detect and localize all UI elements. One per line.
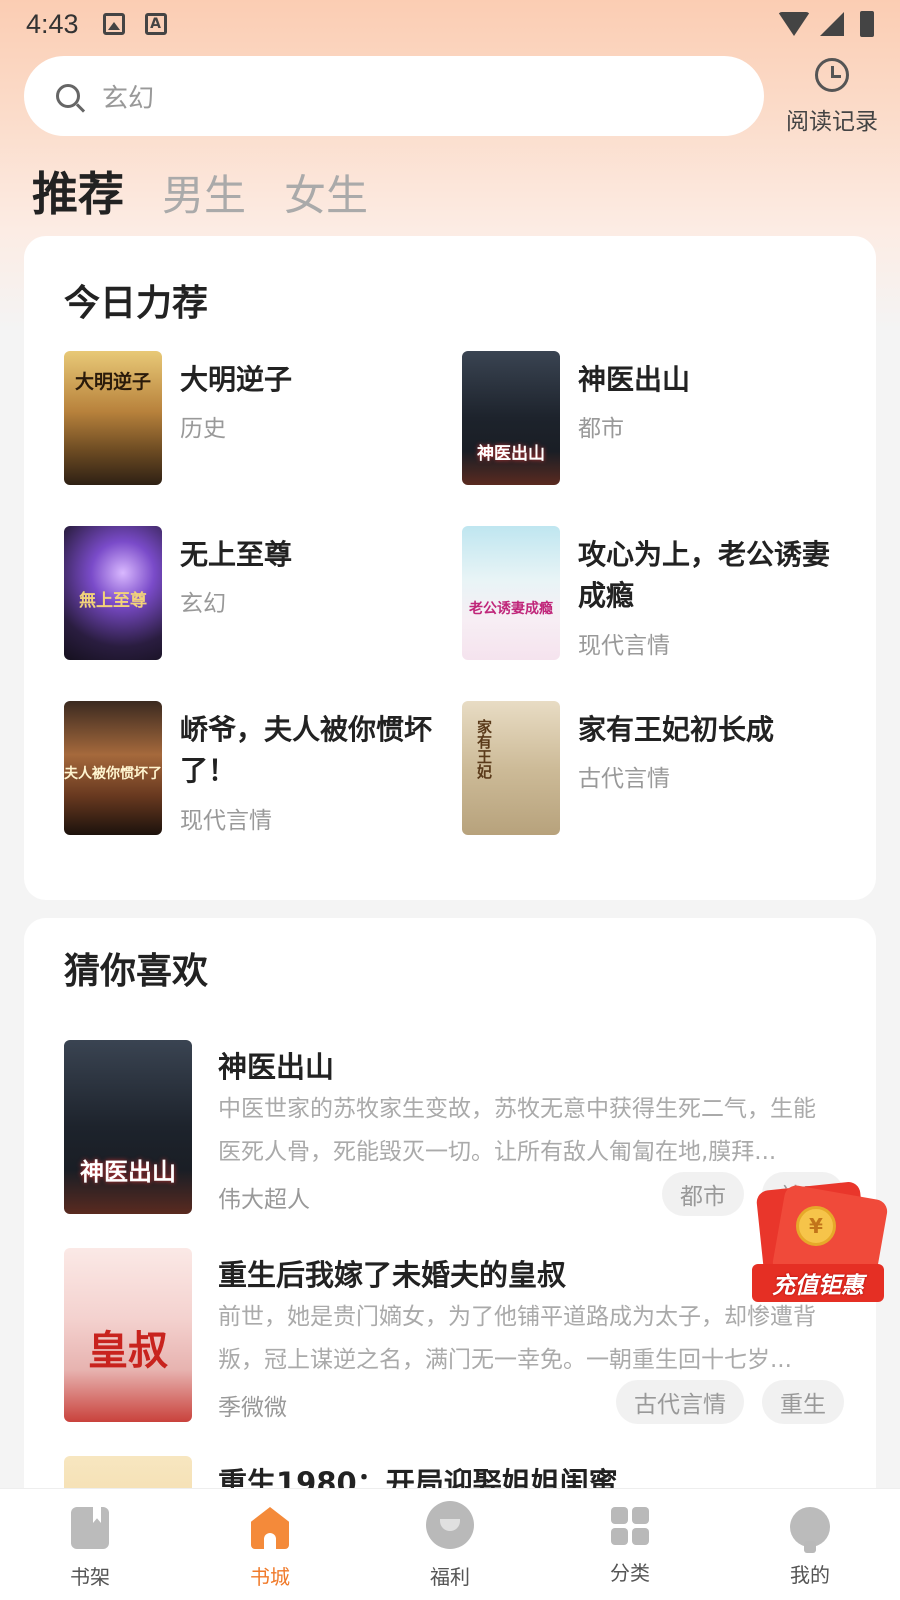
recommend-book-item[interactable]: 老公诱妻成瘾 攻心为上，老公诱妻成瘾 现代言情 [462, 526, 842, 666]
book-tag[interactable]: 古代言情 [616, 1380, 744, 1424]
book-cover: 神医出山 [64, 1040, 192, 1214]
nav-welfare[interactable]: 福利 [360, 1489, 540, 1600]
search-icon [56, 84, 80, 108]
book-cover: 皇叔 [64, 1248, 192, 1422]
book-author: 伟大超人 [218, 1187, 310, 1213]
book-title: 家有王妃初长成 [578, 713, 775, 746]
status-right-icons [778, 11, 874, 37]
recommend-book-item[interactable]: 大明逆子 大明逆子 历史 [64, 351, 444, 491]
guess-book-item[interactable]: 皇叔 重生后我嫁了未婚夫的皇叔 前世，她是贵门嫡女，为了他铺平道路成为太子，却惨… [64, 1248, 844, 1424]
book-title: 大明逆子 [180, 363, 293, 396]
book-title: 神医出山 [578, 363, 691, 396]
book-description: 前世，她是贵门嫡女，为了他铺平道路成为太子，却惨遭背叛，冠上谋逆之名，满门无一幸… [218, 1304, 816, 1373]
today-recommend-title: 今日力荐 [64, 283, 209, 324]
recommend-book-item[interactable]: 神医出山 神医出山 都市 [462, 351, 842, 491]
wifi-icon [778, 12, 810, 36]
book-cover: 老公诱妻成瘾 [462, 526, 560, 660]
book-cover: 無上至尊 [64, 526, 162, 660]
book-genre: 现代言情 [578, 633, 670, 659]
book-title: 神医出山 [218, 1050, 335, 1084]
guess-like-title: 猜你喜欢 [64, 951, 209, 992]
recommend-book-item[interactable]: 夫人被你惯坏了 峤爷，夫人被你惯坏了！ 现代言情 [64, 701, 444, 841]
nav-bookshelf[interactable]: 书架 [0, 1489, 180, 1600]
book-cover: 家有王妃 [462, 701, 560, 835]
book-genre: 玄幻 [180, 591, 226, 617]
status-bar: 4:43 A [0, 0, 900, 48]
coin-icon: ¥ [796, 1206, 836, 1246]
book-author: 季微微 [218, 1395, 287, 1421]
book-genre: 都市 [578, 416, 624, 442]
tab-recommend[interactable]: 推荐 [32, 158, 124, 224]
category-tabs: 推荐 男生 女生 [32, 158, 368, 224]
promo-label: 充值钜惠 [752, 1264, 884, 1302]
search-input[interactable]: 玄幻 [24, 56, 764, 136]
reading-history-button[interactable]: 阅读记录 [780, 58, 884, 136]
recharge-promo-button[interactable]: ¥ 充值钜惠 [752, 1180, 890, 1304]
book-description: 中医世家的苏牧家生变故，苏牧无意中获得生死二气，生能医死人骨，死能毁灭一切。让所… [218, 1096, 816, 1165]
nav-label: 书架 [70, 1565, 110, 1589]
nav-label: 分类 [610, 1561, 650, 1585]
status-time: 4:43 [26, 8, 79, 39]
bottom-nav: 书架 书城 福利 分类 我的 [0, 1488, 900, 1600]
book-title: 无上至尊 [180, 538, 293, 571]
image-notification-icon [102, 13, 125, 35]
book-title: 峤爷，夫人被你惯坏了！ [180, 713, 433, 787]
nav-label: 书城 [250, 1565, 290, 1589]
book-genre: 古代言情 [578, 766, 670, 792]
text-notification-icon: A [144, 13, 167, 35]
welfare-icon [426, 1501, 474, 1549]
bookshelf-icon [71, 1507, 109, 1549]
category-grid-icon [611, 1507, 649, 1545]
tab-female[interactable]: 女生 [284, 162, 368, 223]
clock-icon [815, 58, 849, 92]
nav-label: 我的 [790, 1563, 830, 1587]
battery-icon [860, 11, 874, 37]
book-cover: 神医出山 [462, 351, 560, 485]
today-recommend-card: 今日力荐 大明逆子 大明逆子 历史 神医出山 神医出山 都市 無上至尊 无上至尊… [24, 236, 876, 900]
book-cover: 大明逆子 [64, 351, 162, 485]
book-tags: 古代言情 重生 [616, 1380, 844, 1424]
book-genre: 历史 [180, 416, 226, 442]
book-genre: 现代言情 [180, 808, 272, 834]
book-title: 重生后我嫁了未婚夫的皇叔 [218, 1258, 567, 1292]
cellular-signal-icon [820, 12, 844, 36]
nav-bookstore[interactable]: 书城 [180, 1489, 360, 1600]
profile-icon [790, 1507, 830, 1553]
book-cover: 夫人被你惯坏了 [64, 701, 162, 835]
guess-book-item[interactable]: 神医出山 神医出山 中医世家的苏牧家生变故，苏牧无意中获得生死二气，生能医死人骨… [64, 1040, 844, 1216]
tab-male[interactable]: 男生 [162, 162, 246, 223]
nav-profile[interactable]: 我的 [720, 1489, 900, 1600]
reading-history-label: 阅读记录 [786, 109, 878, 135]
nav-category[interactable]: 分类 [540, 1489, 720, 1600]
book-title: 攻心为上，老公诱妻成瘾 [578, 538, 831, 612]
book-tag[interactable]: 重生 [762, 1380, 844, 1424]
recommend-book-item[interactable]: 無上至尊 无上至尊 玄幻 [64, 526, 444, 666]
book-tag[interactable]: 都市 [662, 1172, 744, 1216]
search-placeholder: 玄幻 [102, 83, 155, 114]
bookstore-icon [251, 1507, 289, 1549]
nav-label: 福利 [430, 1565, 470, 1589]
recommend-book-item[interactable]: 家有王妃 家有王妃初长成 古代言情 [462, 701, 842, 841]
